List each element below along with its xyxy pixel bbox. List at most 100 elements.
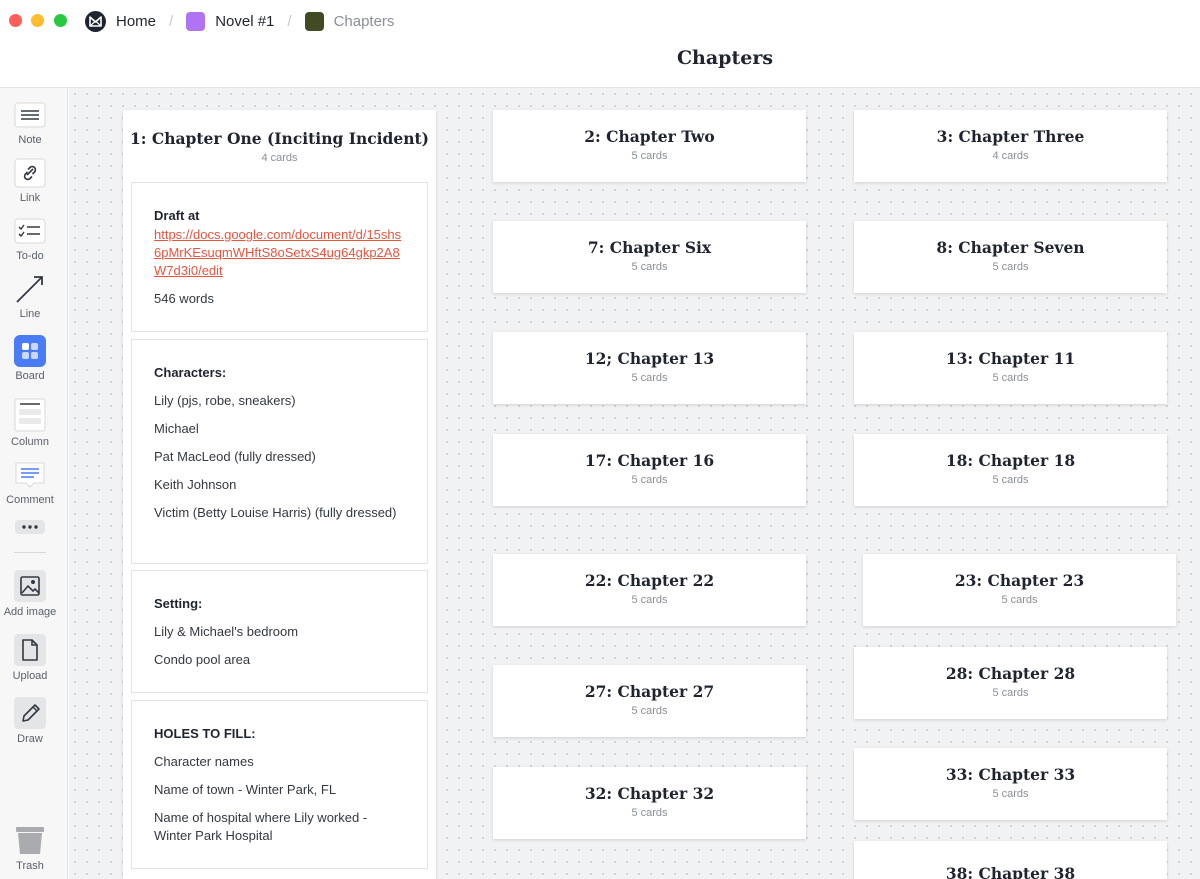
note-heading: Setting: (154, 596, 203, 611)
board-card-count: 5 cards (631, 473, 668, 486)
chapter-board-card[interactable]: 13: Chapter 11 5 cards (854, 332, 1167, 404)
board-title: 23: Chapter 23 (954, 570, 1085, 590)
minimize-window-button[interactable] (31, 14, 44, 27)
board-card-count: 4 cards (992, 149, 1029, 162)
chapter-board-card[interactable]: 3: Chapter Three 4 cards (854, 110, 1167, 182)
board-title: 2: Chapter Two (584, 126, 715, 146)
board-card-count: 5 cards (631, 704, 668, 717)
chapter-board-card[interactable]: 23: Chapter 23 5 cards (863, 554, 1176, 626)
note-icon (14, 100, 46, 130)
tool-label: Trash (16, 860, 44, 872)
page-title: Chapters (676, 47, 774, 69)
list-item: Pat MacLeod (fully dressed) (154, 449, 316, 464)
board-title: 17: Chapter 16 (584, 450, 715, 470)
list-item: Name of hospital where Lily worked - Win… (154, 810, 368, 843)
board-card-count: 5 cards (992, 473, 1029, 486)
board-card-count: 5 cards (631, 806, 668, 819)
board-title: 33: Chapter 33 (945, 764, 1076, 784)
board-square-icon (304, 11, 324, 31)
board-card-count: 5 cards (631, 371, 668, 384)
breadcrumb-label: Home (116, 12, 157, 30)
tool-sidebar: Note Link To-do Line Board Column Commen… (0, 88, 68, 879)
tool-todo[interactable]: To-do (0, 216, 60, 262)
chapter-board-card[interactable]: 33: Chapter 33 5 cards (854, 748, 1167, 820)
breadcrumb-label: Novel #1 (215, 12, 275, 30)
board-card-count: 5 cards (1001, 593, 1038, 606)
tool-comment[interactable]: Comment (0, 460, 60, 506)
chapter-board-card[interactable]: 18: Chapter 18 5 cards (854, 434, 1167, 506)
chapter-board-card[interactable]: 2: Chapter Two 5 cards (493, 110, 806, 182)
note-heading: Characters: (154, 365, 227, 380)
tool-upload[interactable]: Upload (0, 634, 60, 682)
chapter-board-card[interactable]: 28: Chapter 28 5 cards (854, 647, 1167, 719)
breadcrumb-home[interactable]: Home (85, 10, 157, 32)
board-title: 28: Chapter 28 (945, 663, 1076, 683)
tool-label: Add image (3, 606, 57, 618)
board-card-count: 5 cards (992, 260, 1029, 273)
setting-note-card[interactable]: Setting: Lily & Michael's bedroom Condo … (131, 570, 428, 693)
chapter-board-card[interactable]: 27: Chapter 27 5 cards (493, 665, 806, 737)
board-title: 18: Chapter 18 (945, 450, 1076, 470)
board-title: 12; Chapter 13 (584, 348, 715, 368)
draft-note-card[interactable]: Draft at https://docs.google.com/documen… (131, 182, 428, 332)
tool-column[interactable]: Column (0, 398, 60, 448)
draft-link[interactable]: https://docs.google.com/document/d/15shs… (154, 226, 405, 280)
tool-add-image[interactable]: Add image (0, 570, 60, 618)
chapter-one-column[interactable]: 1: Chapter One (Inciting Incident) 4 car… (123, 110, 436, 879)
board-title: 22: Chapter 22 (584, 570, 715, 590)
board-card-count: 5 cards (992, 686, 1029, 699)
image-icon (14, 570, 46, 602)
tool-more[interactable] (0, 518, 60, 536)
list-item: Victim (Betty Louise Harris) (fully dres… (154, 505, 397, 520)
tool-label: Line (19, 308, 41, 320)
sidebar-divider (14, 552, 46, 553)
characters-note-card[interactable]: Characters: Lily (pjs, robe, sneakers) M… (131, 339, 428, 564)
board-card-count: 5 cards (992, 371, 1029, 384)
list-item: Condo pool area (154, 652, 251, 667)
board-card-count: 5 cards (631, 260, 668, 273)
note-heading: HOLES TO FILL: (154, 726, 256, 741)
board-card-count: 5 cards (992, 787, 1029, 800)
tool-note[interactable]: Note (0, 100, 60, 146)
board-canvas[interactable]: 1: Chapter One (Inciting Incident) 4 car… (69, 88, 1200, 879)
board-title: 8: Chapter Seven (936, 237, 1085, 257)
trash-icon (14, 824, 46, 856)
breadcrumb-novel[interactable]: Novel #1 (186, 11, 275, 31)
list-item: Michael (154, 421, 199, 436)
board-icon (14, 335, 46, 367)
tool-label: Link (19, 192, 41, 204)
column-header[interactable]: 1: Chapter One (Inciting Incident) 4 car… (123, 129, 436, 164)
tool-label: Upload (12, 670, 48, 682)
tool-line[interactable]: Line (0, 274, 60, 320)
chapter-board-card[interactable]: 22: Chapter 22 5 cards (493, 554, 806, 626)
breadcrumb-chapters[interactable]: Chapters (304, 11, 395, 31)
tool-label: Column (11, 436, 49, 448)
tool-label: Board (15, 370, 45, 382)
tool-draw[interactable]: Draw (0, 697, 60, 745)
chapter-board-card[interactable]: 17: Chapter 16 5 cards (493, 434, 806, 506)
chapter-board-card[interactable]: 8: Chapter Seven 5 cards (854, 221, 1167, 293)
line-arrow-icon (14, 274, 46, 304)
tool-link[interactable]: Link (0, 158, 60, 204)
tool-trash[interactable]: Trash (0, 824, 60, 872)
chapter-board-card[interactable]: 38: Chapter 38 (854, 841, 1167, 879)
list-item: Character names (154, 754, 254, 769)
chapter-board-card[interactable]: 7: Chapter Six 5 cards (493, 221, 806, 293)
column-card-count: 4 cards (261, 152, 298, 164)
title-bar: Home / Novel #1 / Chapters Chapters (0, 0, 1200, 88)
tool-board[interactable]: Board (0, 335, 60, 382)
chapter-board-card[interactable]: 12; Chapter 13 5 cards (493, 332, 806, 404)
note-heading: Draft at (154, 208, 200, 223)
more-icon (14, 518, 46, 536)
list-item: Keith Johnson (154, 477, 237, 492)
chapter-board-card[interactable]: 32: Chapter 32 5 cards (493, 767, 806, 839)
breadcrumb-label: Chapters (333, 12, 395, 30)
breadcrumb: Home / Novel #1 / Chapters (85, 10, 394, 32)
link-icon (14, 158, 46, 188)
close-window-button[interactable] (9, 14, 22, 27)
board-title: 13: Chapter 11 (945, 348, 1076, 368)
board-title: 38: Chapter 38 (945, 863, 1076, 879)
board-title: 3: Chapter Three (936, 126, 1085, 146)
holes-note-card[interactable]: HOLES TO FILL: Character names Name of t… (131, 700, 428, 869)
zoom-window-button[interactable] (54, 14, 67, 27)
